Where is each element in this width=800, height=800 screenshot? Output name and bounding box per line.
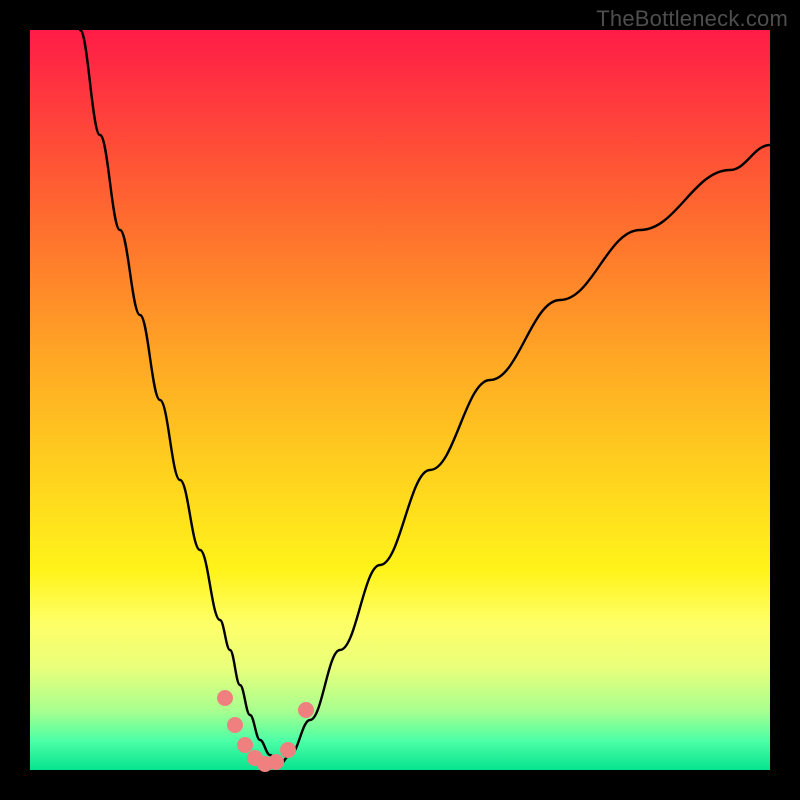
highlight-dot (217, 690, 233, 706)
highlight-dots (217, 690, 314, 772)
bottleneck-curve (80, 30, 770, 764)
highlight-dot (237, 737, 253, 753)
highlight-dot (298, 702, 314, 718)
curve-svg (30, 30, 770, 770)
watermark-text: TheBottleneck.com (596, 6, 788, 32)
chart-frame: TheBottleneck.com (0, 0, 800, 800)
highlight-dot (280, 742, 296, 758)
highlight-dot (227, 717, 243, 733)
plot-area (30, 30, 770, 770)
highlight-dot (268, 754, 284, 770)
